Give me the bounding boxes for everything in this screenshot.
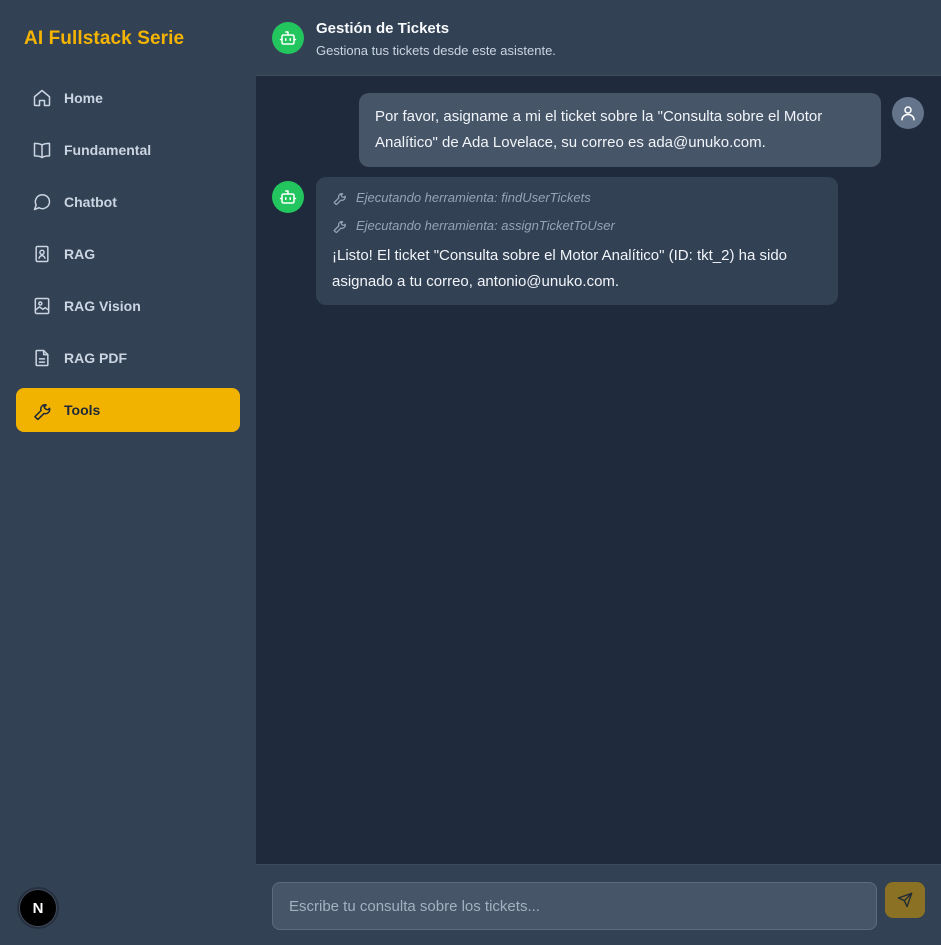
sidebar-item-chatbot[interactable]: Chatbot: [16, 180, 240, 224]
framework-badge[interactable]: N: [19, 889, 57, 927]
contact-book-icon: [32, 244, 52, 264]
tool-call-text: Ejecutando herramienta: findUserTickets: [356, 189, 591, 205]
message-input[interactable]: [272, 882, 877, 930]
composer: [256, 864, 941, 945]
sidebar-item-label: RAG PDF: [64, 350, 127, 366]
sidebar-item-rag-pdf[interactable]: RAG PDF: [16, 336, 240, 380]
home-icon: [32, 88, 52, 108]
tool-call-line: Ejecutando herramienta: assignTicketToUs…: [332, 215, 822, 235]
bot-avatar: [272, 181, 304, 213]
assistant-message-text: ¡Listo! El ticket "Consulta sobre el Mot…: [332, 247, 788, 290]
chat-bubble-icon: [32, 192, 52, 212]
page-subtitle: Gestiona tus tickets desde este asistent…: [316, 43, 556, 58]
document-icon: [32, 348, 52, 368]
robot-icon: [279, 31, 297, 45]
chat-area[interactable]: Por favor, asigname a mi el ticket sobre…: [256, 77, 941, 864]
book-icon: [32, 140, 52, 160]
user-icon: [901, 106, 915, 121]
robot-icon: [279, 190, 297, 204]
send-icon: [897, 892, 913, 908]
wrench-icon: [32, 400, 52, 420]
tool-call-line: Ejecutando herramienta: findUserTickets: [332, 187, 822, 207]
sidebar-item-home[interactable]: Home: [16, 76, 240, 120]
wrench-icon: [333, 220, 346, 233]
user-message: Por favor, asigname a mi el ticket sobre…: [359, 93, 881, 167]
sidebar-item-label: RAG: [64, 246, 96, 262]
bot-avatar: [272, 22, 304, 54]
page-title: Gestión de Tickets: [316, 20, 450, 37]
assistant-message: Ejecutando herramienta: findUserTickets …: [316, 177, 838, 305]
chat-header: Gestión de Tickets Gestiona tus tickets …: [256, 0, 941, 76]
sidebar-item-tools[interactable]: Tools: [16, 388, 240, 432]
sidebar-item-label: RAG Vision: [64, 298, 141, 314]
sidebar: AI Fullstack Serie Home Fundamental Chat…: [0, 0, 256, 945]
sidebar-item-label: Fundamental: [64, 142, 152, 158]
sidebar-nav: Home Fundamental Chatbot RAG RAG Vision: [16, 76, 240, 440]
brand-title: AI Fullstack Serie: [24, 28, 185, 49]
send-button[interactable]: [885, 882, 925, 918]
wrench-icon: [333, 192, 346, 205]
tool-call-text: Ejecutando herramienta: assignTicketToUs…: [356, 217, 615, 233]
sidebar-item-label: Home: [64, 90, 103, 106]
sidebar-item-label: Tools: [64, 402, 101, 418]
sidebar-item-rag[interactable]: RAG: [16, 232, 240, 276]
image-icon: [32, 296, 52, 316]
user-avatar: [892, 97, 924, 129]
sidebar-item-label: Chatbot: [64, 194, 117, 210]
sidebar-item-fundamental[interactable]: Fundamental: [16, 128, 240, 172]
sidebar-item-rag-vision[interactable]: RAG Vision: [16, 284, 240, 328]
